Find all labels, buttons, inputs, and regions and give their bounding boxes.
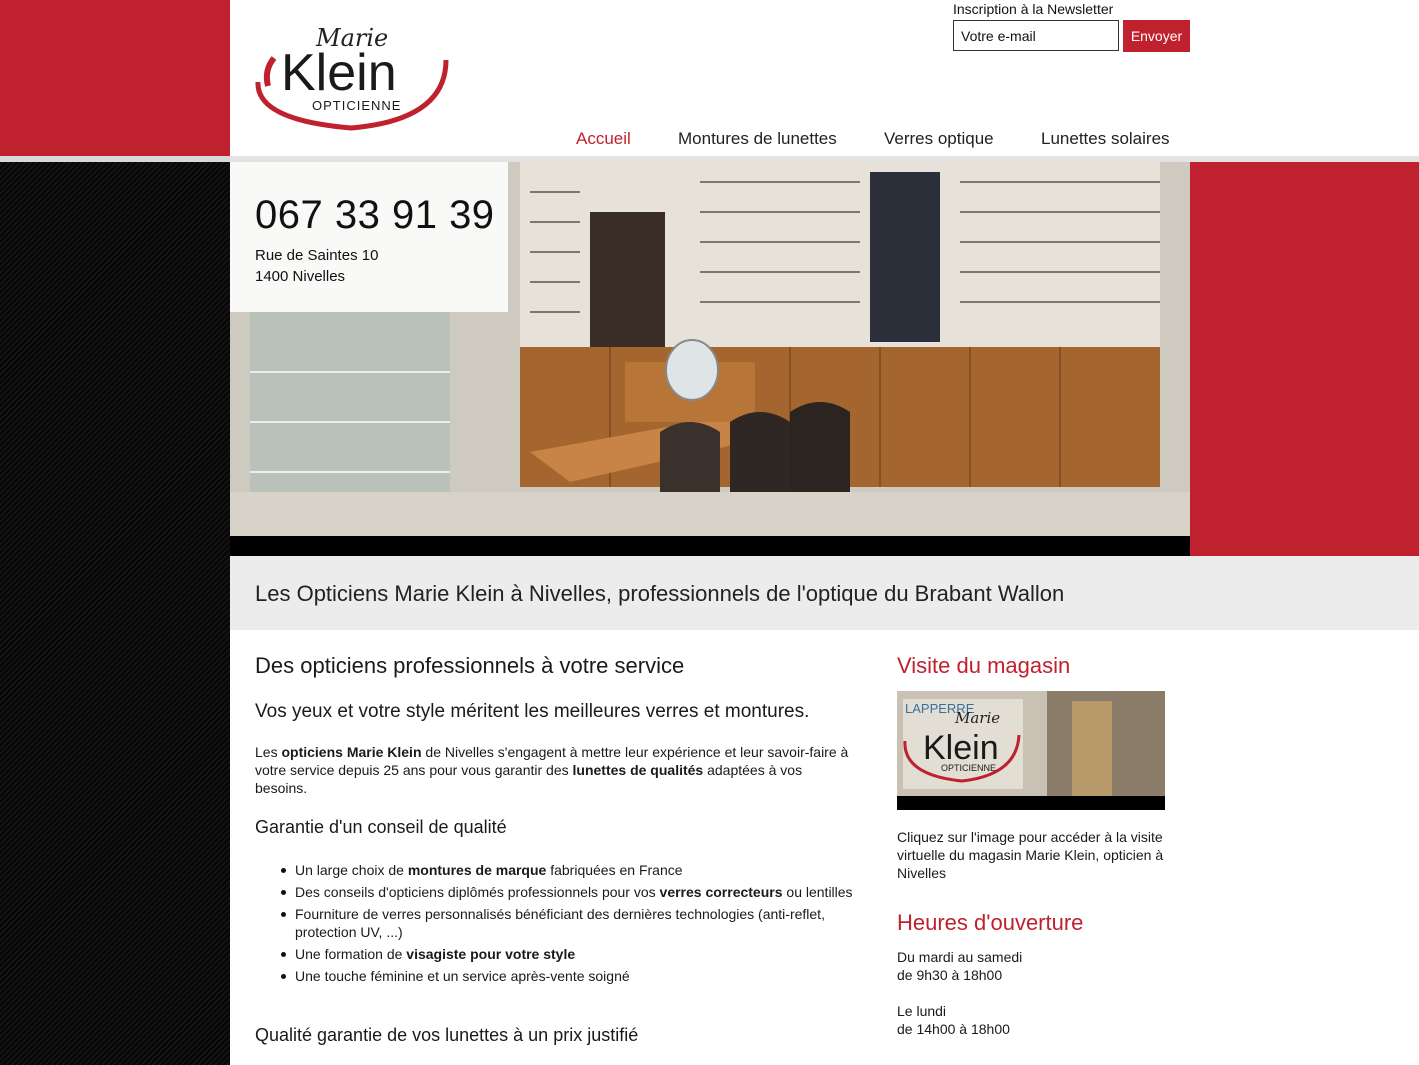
content-area	[230, 630, 1419, 1065]
newsletter-email-input[interactable]	[953, 20, 1119, 51]
svg-text:OPTICIENNE: OPTICIENNE	[941, 763, 996, 773]
hours-weekdays-time: de 9h30 à 18h00	[897, 967, 1003, 983]
list-item: Une formation de visagiste pour votre st…	[281, 945, 855, 963]
hours-monday-time: de 14h00 à 18h00	[897, 1021, 1010, 1037]
section-prix-title: Qualité garantie de vos lunettes à un pr…	[255, 1025, 639, 1045]
header-red-panel	[0, 0, 230, 156]
hours-title: Heures d'ouverture	[897, 910, 1084, 935]
phone-number[interactable]: 067 33 91 39	[255, 193, 495, 238]
newsletter-submit-button[interactable]: Envoyer	[1123, 20, 1190, 52]
tagline-heading: Les Opticiens Marie Klein à Nivelles, pr…	[255, 581, 1065, 606]
bold-lunettes: lunettes de qualités	[572, 762, 704, 778]
section-conseil-title: Garantie d'un conseil de qualité	[255, 817, 507, 837]
nav-item-montures[interactable]: Montures de lunettes	[678, 129, 837, 149]
svg-text:Marie: Marie	[954, 709, 1000, 727]
visit-caption: Cliquez sur l'image pour accéder à la vi…	[897, 829, 1164, 881]
main-subheading: Vos yeux et votre style méritent les mei…	[255, 701, 810, 722]
list-item: Des conseils d'opticiens diplômés profes…	[281, 883, 855, 901]
address-street: Rue de Saintes 10	[255, 247, 379, 264]
visit-title: Visite du magasin	[897, 653, 1071, 678]
virtual-visit-image[interactable]: LAPPERRE Marie Klein OPTICIENNE	[897, 691, 1165, 810]
newsletter-label: Inscription à la Newsletter	[953, 1, 1114, 17]
main-heading: Des opticiens professionnels à votre ser…	[255, 653, 685, 678]
logo-klein: Klein	[281, 44, 397, 102]
list-item: Fourniture de verres personnalisés bénéf…	[281, 905, 855, 941]
nav-item-verres[interactable]: Verres optique	[884, 129, 994, 149]
hero-bottom-bar	[230, 536, 1190, 556]
site-logo[interactable]: Marie Klein OPTICIENNE	[246, 20, 456, 132]
hero-red-panel	[1190, 162, 1419, 556]
list-item: Une touche féminine et un service après-…	[281, 967, 855, 985]
intro-paragraph: Les opticiens Marie Klein de Nivelles s'…	[255, 744, 849, 796]
nav-item-solaires[interactable]: Lunettes solaires	[1041, 129, 1170, 149]
bold-opticiens: opticiens Marie Klein	[281, 744, 422, 760]
list-item: Un large choix de montures de marque fab…	[281, 861, 855, 879]
nav-item-accueil[interactable]: Accueil	[576, 129, 631, 149]
hours-weekdays-days: Du mardi au samedi	[897, 949, 1023, 965]
benefits-list: Un large choix de montures de marque fab…	[281, 861, 855, 989]
svg-text:Klein: Klein	[923, 729, 999, 767]
logo-opticienne: OPTICIENNE	[312, 98, 401, 113]
header-divider-left	[0, 156, 230, 162]
address-city: 1400 Nivelles	[255, 268, 346, 285]
hours-monday-days: Le lundi	[897, 1003, 947, 1019]
